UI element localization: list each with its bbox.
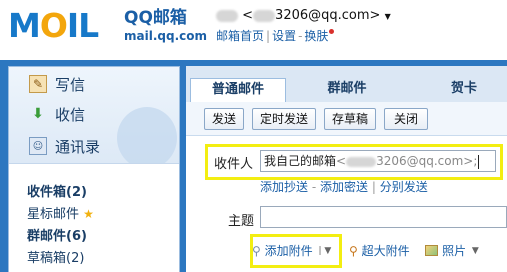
send-separately-link[interactable]: 分别发送 bbox=[380, 180, 428, 194]
user-links: 邮箱首页 | 设置 - 换肤 bbox=[216, 27, 335, 44]
send-button[interactable]: 发送 bbox=[204, 108, 244, 130]
contacts-icon: ☺ bbox=[29, 137, 47, 155]
close-button[interactable]: 关闭 bbox=[384, 108, 428, 130]
scheduled-send-button[interactable]: 定时发送 bbox=[252, 108, 316, 130]
header: MOIL QQ邮箱 mail.qq.com <3206@qq.com> ▼ 邮箱… bbox=[0, 0, 507, 60]
folder-list: 收件箱(2) 星标邮件 ★ 群邮件(6) 草稿箱(2) bbox=[9, 173, 179, 272]
sidebar: ✎ 写信 ⬇ 收信 ☺ 通讯录 收件箱(2) 星标邮件 ★ 群邮件(6) 草稿箱… bbox=[8, 66, 180, 272]
subject-field[interactable] bbox=[260, 206, 507, 228]
photo-label: 照片 bbox=[442, 244, 467, 258]
redacted-name bbox=[216, 9, 238, 22]
brand-url: mail.qq.com bbox=[124, 29, 207, 43]
photo-button[interactable]: 照片 bbox=[425, 242, 466, 259]
folder-starred-label: 星标邮件 bbox=[27, 207, 80, 222]
recipient-options: 添加抄送 - 添加密送 | 分别发送 bbox=[260, 180, 428, 194]
user-account-text: 3206@qq.com> bbox=[275, 8, 381, 23]
link-home[interactable]: 邮箱首页 bbox=[216, 29, 264, 43]
link-skin[interactable]: 换肤 bbox=[304, 29, 328, 43]
user-account-open: < bbox=[242, 8, 254, 23]
logo-text: MOIL bbox=[8, 6, 99, 45]
write-icon: ✎ bbox=[29, 75, 47, 93]
large-attachment-label: 超大附件 bbox=[361, 244, 410, 258]
add-cc-link[interactable]: 添加抄送 bbox=[260, 180, 308, 194]
tab-greeting-card[interactable]: 贺卡 bbox=[426, 78, 502, 102]
folder-group[interactable]: 群邮件(6) bbox=[27, 225, 87, 244]
star-icon: ★ bbox=[83, 207, 94, 221]
chevron-down-icon[interactable]: ▼ bbox=[385, 12, 391, 21]
inbox-download-icon: ⬇ bbox=[32, 106, 44, 122]
nav-write-label: 写信 bbox=[55, 75, 86, 94]
penguin-watermark-icon bbox=[117, 107, 177, 163]
link-settings[interactable]: 设置 bbox=[272, 29, 296, 43]
large-paperclip-icon: ⚲ bbox=[348, 243, 358, 258]
sidebar-divider bbox=[9, 163, 179, 173]
nav-write[interactable]: ✎ 写信 bbox=[29, 73, 85, 95]
photo-dropdown-icon[interactable]: ▼ bbox=[472, 246, 479, 256]
brand[interactable]: QQ邮箱 mail.qq.com bbox=[124, 8, 207, 44]
tab-group-mail[interactable]: 群邮件 bbox=[302, 78, 392, 102]
nav-inbox[interactable]: ⬇ 收信 bbox=[29, 103, 85, 125]
nav-contacts[interactable]: ☺ 通讯录 bbox=[29, 135, 100, 157]
save-draft-button[interactable]: 存草稿 bbox=[324, 108, 376, 130]
highlight-add-attachment bbox=[250, 234, 342, 268]
tab-normal-mail[interactable]: 普通邮件 bbox=[190, 78, 286, 102]
qq-mail-logo[interactable]: MOIL bbox=[8, 6, 120, 46]
highlight-recipient bbox=[205, 144, 503, 180]
nav-contacts-label: 通讯录 bbox=[55, 137, 101, 156]
subject-label: 主题 bbox=[228, 214, 255, 229]
compose-toolbar: 发送 定时发送 存草稿 关闭 bbox=[186, 102, 507, 136]
photo-icon bbox=[425, 245, 439, 256]
notification-dot bbox=[329, 29, 335, 34]
sidebar-nav: ✎ 写信 ⬇ 收信 ☺ 通讯录 bbox=[9, 67, 179, 163]
nav-inbox-label: 收信 bbox=[55, 105, 86, 124]
user-account[interactable]: <3206@qq.com> ▼ bbox=[216, 8, 391, 23]
brand-name: QQ邮箱 bbox=[124, 8, 187, 28]
large-attachment-button[interactable]: ⚲ 超大附件 bbox=[349, 242, 410, 259]
add-bcc-link[interactable]: 添加密送 bbox=[320, 180, 368, 194]
compose-tabs: 普通邮件 群邮件 贺卡 bbox=[186, 66, 507, 102]
redacted-account bbox=[253, 9, 276, 22]
folder-starred[interactable]: 星标邮件 ★ bbox=[27, 203, 94, 222]
folder-inbox[interactable]: 收件箱(2) bbox=[27, 181, 87, 200]
folder-drafts[interactable]: 草稿箱(2) bbox=[27, 247, 84, 266]
